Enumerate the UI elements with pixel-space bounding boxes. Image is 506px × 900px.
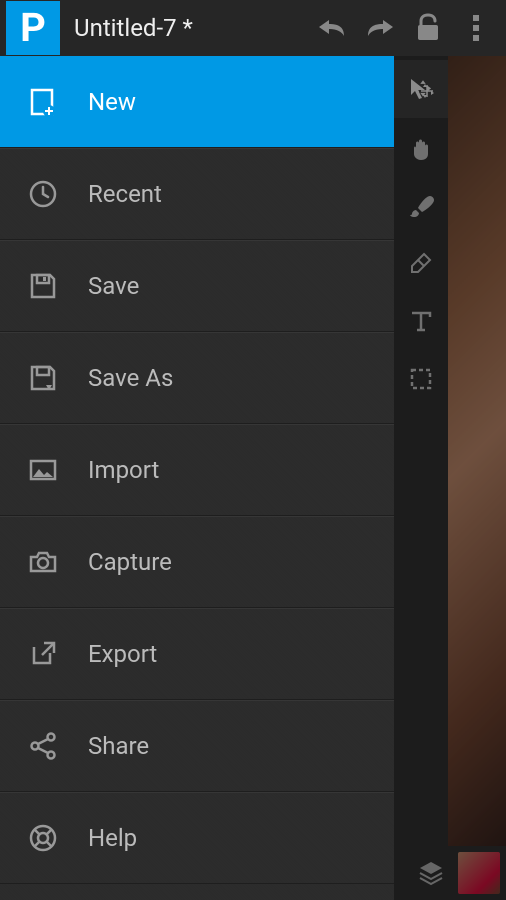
menu-label: Save As <box>88 364 173 392</box>
menu-item-recent[interactable]: Recent <box>0 148 394 240</box>
app-logo[interactable]: P <box>6 1 60 55</box>
redo-icon <box>365 18 395 38</box>
share-icon <box>28 731 88 761</box>
move-tool-icon <box>407 75 435 103</box>
overflow-menu-icon <box>472 14 480 42</box>
canvas-area[interactable] <box>448 56 506 846</box>
bottom-bar <box>394 846 506 900</box>
tool-column <box>394 56 448 846</box>
menu-item-save[interactable]: Save <box>0 240 394 332</box>
main-area: New Recent Save Save As <box>0 56 506 900</box>
text-tool-icon <box>408 308 434 334</box>
move-tool[interactable] <box>394 60 448 118</box>
menu-label: Export <box>88 640 157 668</box>
menu-label: Recent <box>88 180 162 208</box>
lock-button[interactable] <box>404 4 452 52</box>
top-bar: P Untitled-7 * <box>0 0 506 56</box>
save-icon <box>28 271 88 301</box>
undo-button[interactable] <box>308 4 356 52</box>
menu-label: Share <box>88 732 149 760</box>
overflow-menu-button[interactable] <box>452 4 500 52</box>
menu-label: Help <box>88 824 137 852</box>
marquee-tool-icon <box>409 367 433 391</box>
menu-item-import[interactable]: Import <box>0 424 394 516</box>
document-title: Untitled-7 * <box>74 14 193 42</box>
new-doc-icon <box>28 87 88 117</box>
layers-button[interactable] <box>416 858 446 888</box>
text-tool[interactable] <box>394 292 448 350</box>
redo-button[interactable] <box>356 4 404 52</box>
menu-item-new[interactable]: New <box>0 56 394 148</box>
menu-item-help[interactable]: Help <box>0 792 394 884</box>
clock-icon <box>28 179 88 209</box>
logo-letter: P <box>20 8 46 48</box>
menu-label: Capture <box>88 548 172 576</box>
menu-item-capture[interactable]: Capture <box>0 516 394 608</box>
unlock-icon <box>415 13 441 43</box>
menu-item-export[interactable]: Export <box>0 608 394 700</box>
hand-tool[interactable] <box>394 118 448 176</box>
layers-icon <box>416 858 446 888</box>
brush-tool-icon <box>408 192 434 218</box>
layer-thumbnail[interactable] <box>458 852 500 894</box>
hand-tool-icon <box>408 134 434 160</box>
marquee-tool[interactable] <box>394 350 448 408</box>
right-panel <box>394 56 506 900</box>
export-icon <box>28 639 88 669</box>
camera-icon <box>28 547 88 577</box>
menu-item-save-as[interactable]: Save As <box>0 332 394 424</box>
menu-item-share[interactable]: Share <box>0 700 394 792</box>
image-icon <box>28 455 88 485</box>
drawer-menu: New Recent Save Save As <box>0 56 394 900</box>
menu-label: New <box>88 88 136 116</box>
menu-label: Import <box>88 456 159 484</box>
save-as-icon <box>28 363 88 393</box>
help-icon <box>28 823 88 853</box>
eraser-tool-icon <box>408 250 434 276</box>
menu-label: Save <box>88 272 139 300</box>
undo-icon <box>317 18 347 38</box>
eraser-tool[interactable] <box>394 234 448 292</box>
brush-tool[interactable] <box>394 176 448 234</box>
